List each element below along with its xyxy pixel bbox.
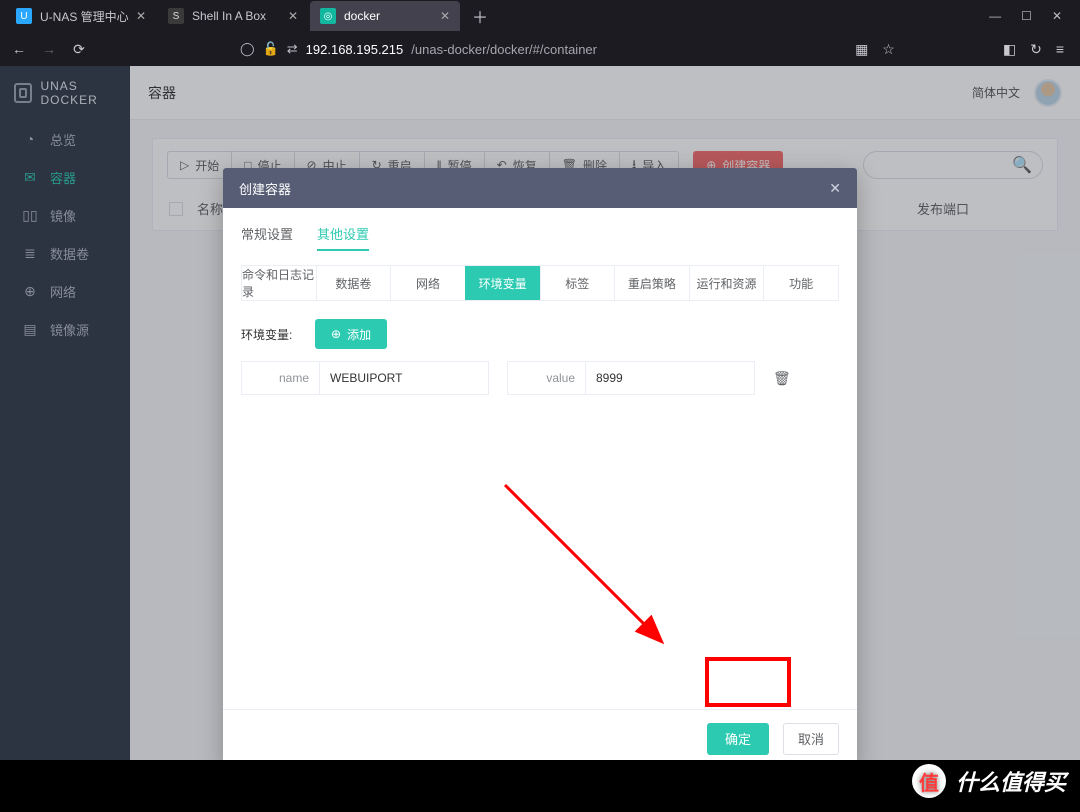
dialog-body: 常规设置 其他设置 命令和日志记录 数据卷 网络 环境变量 标签 重启策略 运行… (223, 208, 857, 709)
tab-title: docker (344, 9, 380, 23)
subtab-env[interactable]: 环境变量 (465, 266, 540, 300)
watermark: 值 什么值得买 (912, 764, 1066, 798)
env-name-field: name (241, 361, 489, 395)
tab-title: U-NAS 管理中心 (40, 8, 129, 25)
plus-circle-icon: ⊕ (331, 327, 341, 341)
qr-icon[interactable]: ▦ (855, 41, 868, 58)
subtab-restart[interactable]: 重启策略 (614, 266, 689, 300)
env-section-label: 环境变量: (241, 326, 301, 343)
window-controls: ― ☐ ✕ (989, 9, 1080, 23)
create-container-dialog: 创建容器 ✕ 常规设置 其他设置 命令和日志记录 数据卷 网络 环境变量 标签 … (223, 168, 857, 767)
watermark-badge-icon: 值 (912, 764, 946, 798)
env-name-label: name (242, 362, 320, 394)
screenshot-root: U U-NAS 管理中心 ✕ S Shell In A Box ✕ ◎ dock… (0, 0, 1080, 812)
dialog-top-tabs: 常规设置 其他设置 (241, 220, 839, 257)
env-row: name value 🗑 (241, 361, 839, 395)
ok-button[interactable]: 确定 (707, 723, 769, 755)
delete-row-icon[interactable]: 🗑 (773, 370, 791, 387)
bookmark-icon[interactable]: ☆ (882, 41, 895, 58)
dialog-footer: 确定 取消 (223, 709, 857, 767)
subtab-network[interactable]: 网络 (390, 266, 465, 300)
subtab-volumes[interactable]: 数据卷 (316, 266, 391, 300)
tab-other[interactable]: 其他设置 (317, 224, 369, 251)
dialog-title: 创建容器 (239, 179, 291, 198)
close-window-icon[interactable]: ✕ (1052, 9, 1062, 23)
extension-icon[interactable]: ◧ (1003, 41, 1016, 58)
browser-tab-shell[interactable]: S Shell In A Box ✕ (158, 1, 308, 31)
spacer (241, 395, 839, 695)
cancel-button[interactable]: 取消 (783, 723, 839, 755)
close-icon[interactable]: ✕ (136, 9, 146, 23)
env-value-field: value (507, 361, 755, 395)
tab-title: Shell In A Box (192, 9, 266, 23)
subtab-caps[interactable]: 功能 (763, 266, 838, 300)
browser-address-bar: ← → ⟳ ◯ 🔓 ⇄ 192.168.195.215/unas-docker/… (0, 32, 1080, 66)
watermark-text: 什么值得买 (956, 765, 1066, 797)
tab-general[interactable]: 常规设置 (241, 224, 293, 251)
forward-icon[interactable]: → (40, 41, 58, 57)
minimize-icon[interactable]: ― (989, 9, 1001, 23)
menu-icon[interactable]: ≡ (1056, 41, 1064, 58)
reload-icon[interactable]: ⟳ (70, 41, 88, 58)
btn-label: 添加 (347, 326, 371, 343)
favicon-shell: S (168, 8, 184, 24)
url-host: 192.168.195.215 (306, 42, 404, 57)
browser-tabstrip: U U-NAS 管理中心 ✕ S Shell In A Box ✕ ◎ dock… (0, 0, 1080, 32)
dialog-sub-tabs: 命令和日志记录 数据卷 网络 环境变量 标签 重启策略 运行和资源 功能 (241, 265, 839, 301)
favicon-unas: U (16, 8, 32, 24)
close-icon[interactable]: ✕ (440, 9, 450, 23)
browser-tab-docker[interactable]: ◎ docker ✕ (310, 1, 460, 31)
env-value-label: value (508, 362, 586, 394)
subtab-cmdlog[interactable]: 命令和日志记录 (241, 266, 316, 300)
subtab-labels[interactable]: 标签 (540, 266, 615, 300)
url-path: /unas-docker/docker/#/container (411, 42, 597, 57)
env-value-input[interactable] (586, 362, 754, 394)
back-icon[interactable]: ← (10, 41, 28, 57)
close-icon[interactable]: ✕ (288, 9, 298, 23)
close-icon[interactable]: ✕ (829, 180, 841, 197)
permission-icon: ⇄ (287, 41, 298, 57)
url-field[interactable]: ◯ 🔓 ⇄ 192.168.195.215/unas-docker/docker… (240, 41, 597, 57)
favicon-docker: ◎ (320, 8, 336, 24)
subtab-runtime[interactable]: 运行和资源 (689, 266, 764, 300)
env-name-input[interactable] (320, 362, 488, 394)
new-tab-button[interactable]: ＋ (462, 4, 498, 28)
env-header-row: 环境变量: ⊕ 添加 (241, 319, 839, 349)
dialog-header: 创建容器 ✕ (223, 168, 857, 208)
lock-icon: 🔓 (263, 41, 279, 57)
add-env-button[interactable]: ⊕ 添加 (315, 319, 387, 349)
shield-icon: ◯ (240, 41, 255, 57)
browser-tab-unas[interactable]: U U-NAS 管理中心 ✕ (6, 1, 156, 31)
maximize-icon[interactable]: ☐ (1021, 9, 1032, 23)
sync-icon[interactable]: ↻ (1030, 41, 1042, 58)
